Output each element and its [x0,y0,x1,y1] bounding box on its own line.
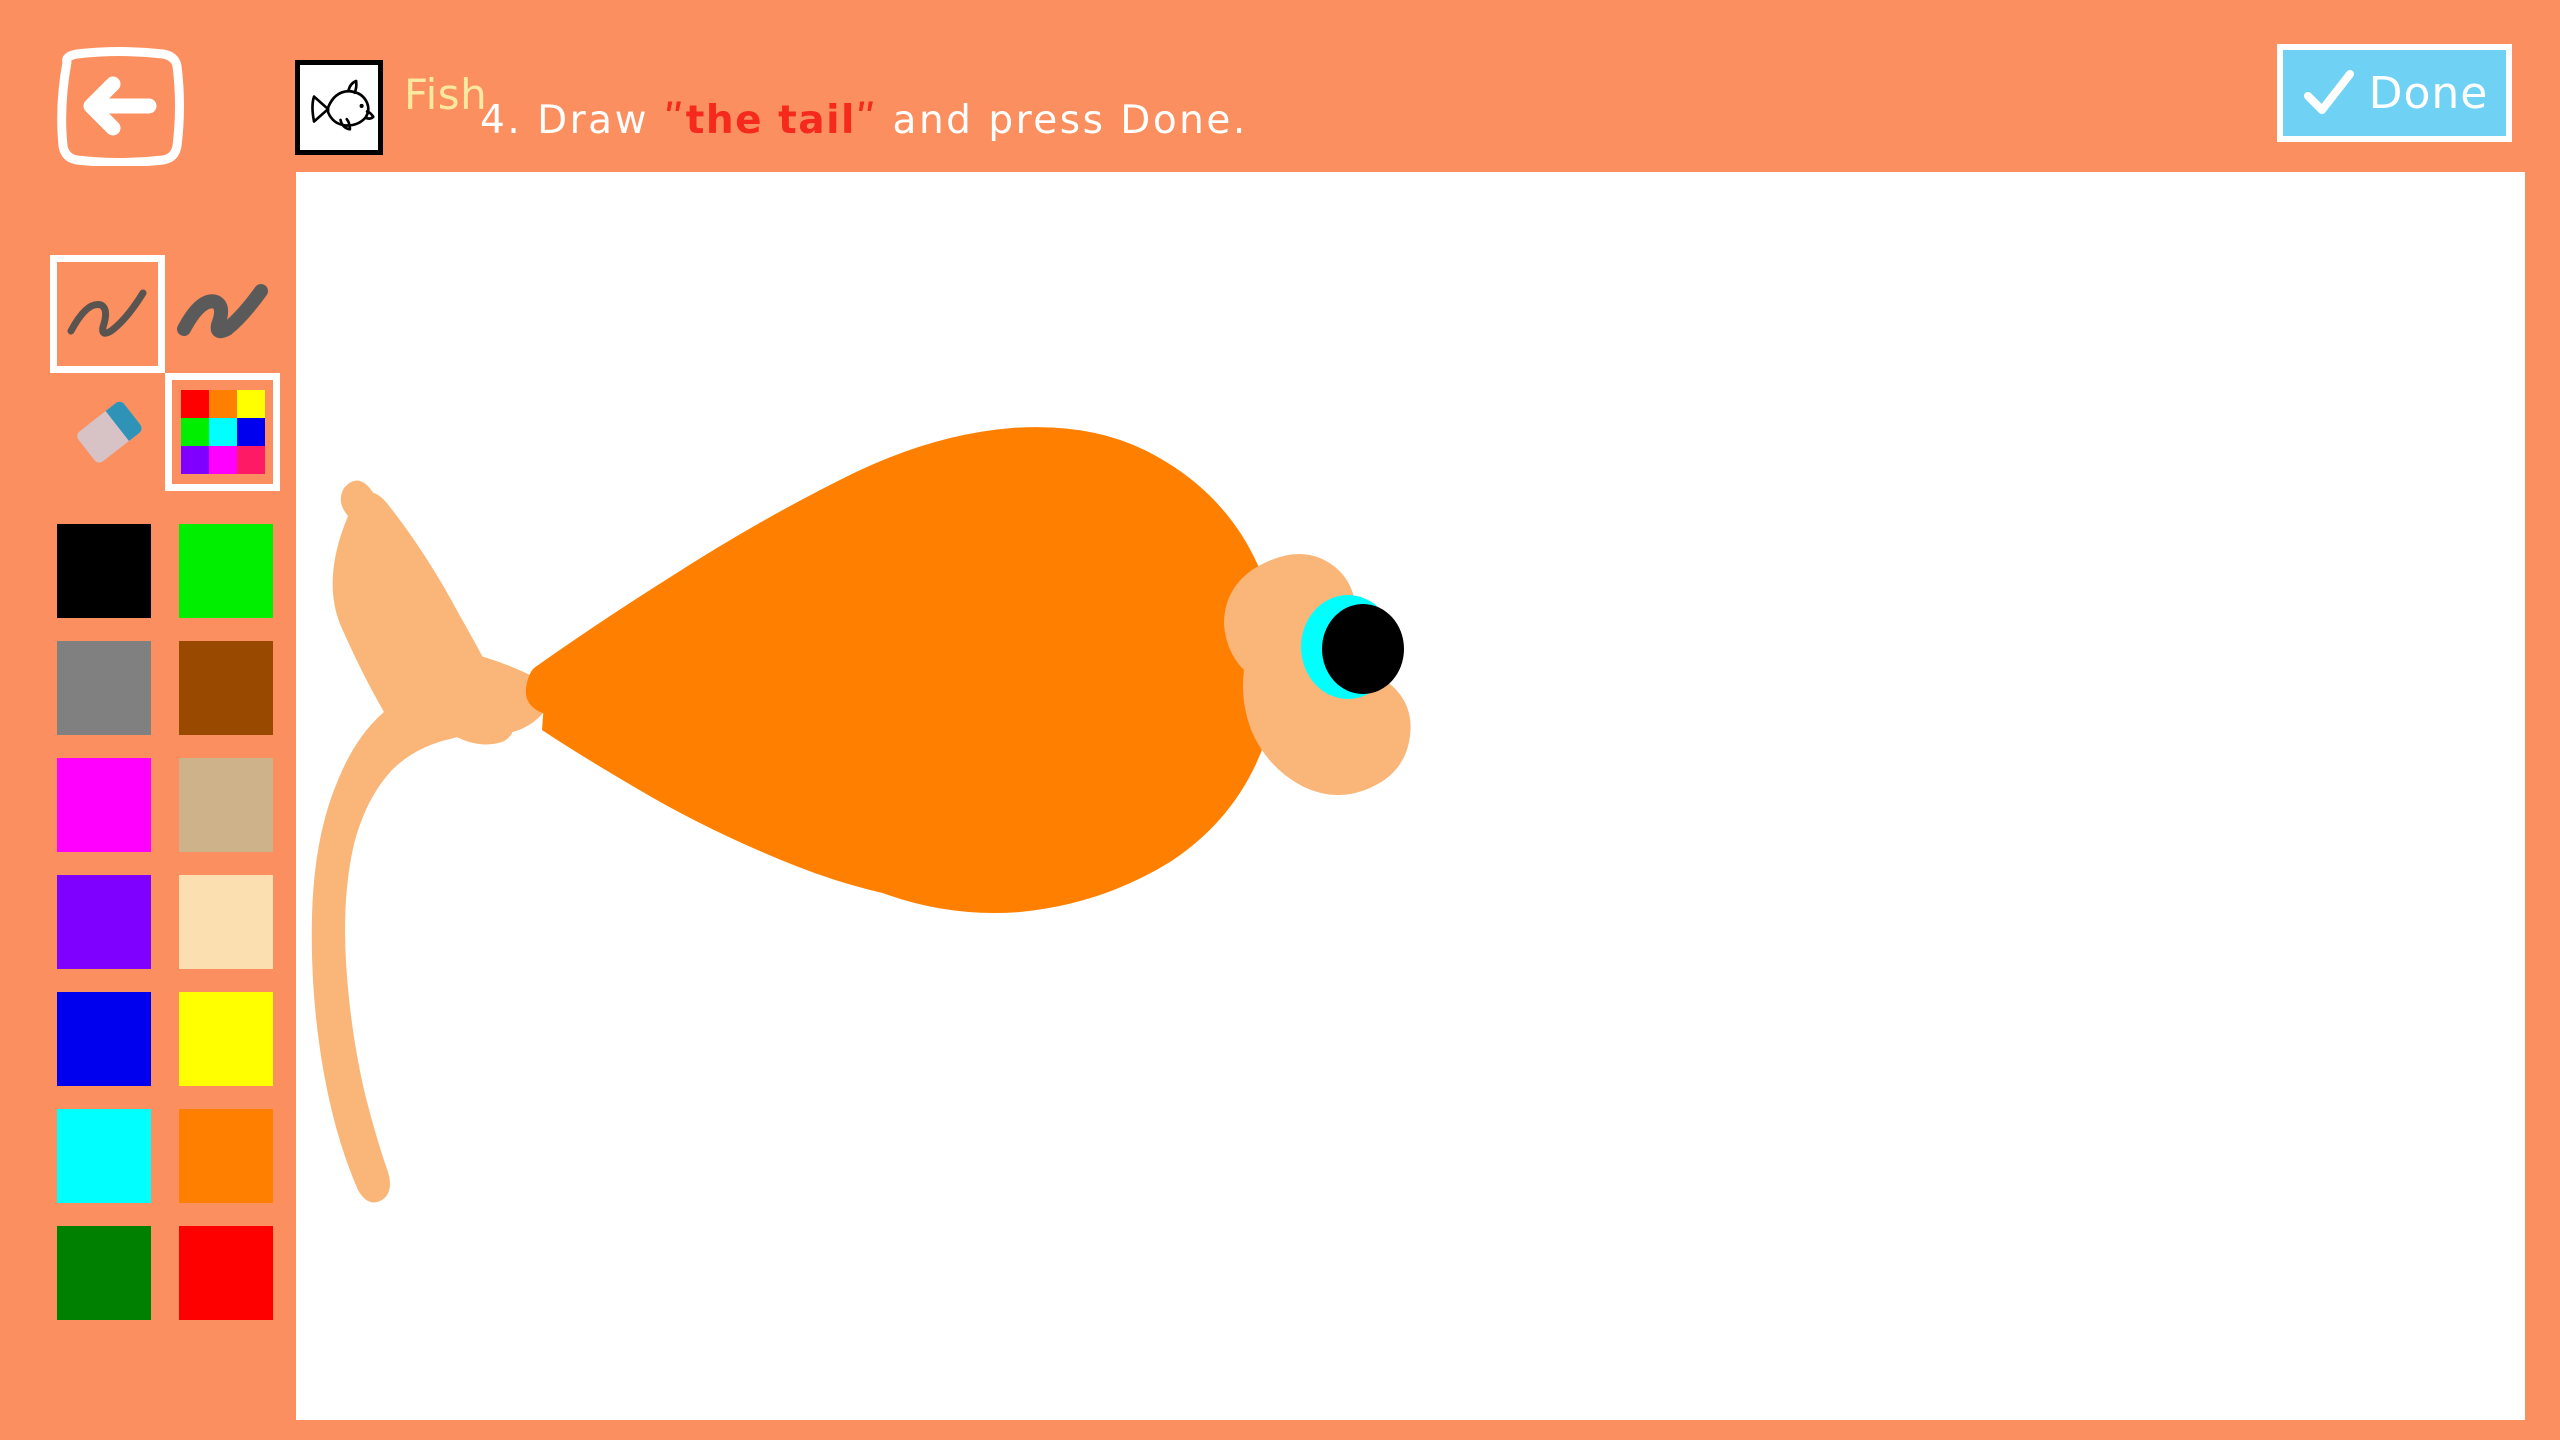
drawing-canvas[interactable] [296,172,2525,1420]
picker-cell-blue [236,418,265,446]
swatch-dark-green[interactable] [57,1225,151,1320]
thin-brush-icon [67,289,146,337]
back-arrow-icon [57,47,184,167]
picker-cell-magenta [208,446,237,474]
color-picker-grid [180,390,265,474]
swatch-tan[interactable] [179,757,273,852]
tool-thick-brush[interactable] [165,255,280,373]
swatch-green[interactable] [179,523,273,618]
fish-line-art-icon [311,79,375,131]
swatch-row [57,746,273,863]
swatch-black[interactable] [57,523,151,618]
done-button[interactable]: Done [2277,44,2512,142]
swatch-cyan[interactable] [57,1108,151,1203]
done-button-label: Done [2368,67,2489,119]
picker-cell-green [180,418,209,446]
thick-brush-icon [176,284,268,339]
swatch-gray[interactable] [57,640,151,735]
swatch-orange[interactable] [179,1108,273,1203]
fish-drawing [311,427,1411,1203]
swatch-brown[interactable] [179,640,273,735]
eraser-icon [76,401,142,463]
tool-thin-brush[interactable] [50,255,165,373]
swatch-magenta[interactable] [57,757,151,852]
tool-palette [50,255,280,491]
swatch-row [57,1214,273,1331]
tool-row-brushes [50,255,280,373]
color-swatch-palette [57,512,273,1331]
swatch-row [57,863,273,980]
swatch-row [57,629,273,746]
swatch-light-peach[interactable] [179,874,273,969]
tool-eraser[interactable] [50,373,165,491]
subject-title: Fish [404,70,488,119]
swatch-blue[interactable] [57,991,151,1086]
swatch-row [57,1097,273,1214]
swatch-red[interactable] [179,1225,273,1320]
swatch-row [57,980,273,1097]
checkmark-icon [2303,70,2354,114]
swatch-yellow[interactable] [179,991,273,1086]
picker-cell-red [180,390,209,418]
instruction-suffix: and press Done. [877,98,1248,143]
picker-cell-yellow [236,390,265,418]
picker-cell-cyan [208,418,237,446]
instruction-target: ʺthe tailʺ [663,98,878,143]
instruction-text: 4. Draw ʺthe tailʺ and press Done. [480,98,1248,143]
tool-color-picker[interactable] [165,373,280,491]
drawing-app-window: Fish 4. Draw ʺthe tailʺ and press Done. … [0,0,2560,1440]
swatch-purple[interactable] [57,874,151,969]
tool-row-eraser-picker [50,373,280,491]
instruction-prefix: 4. Draw [480,98,664,143]
picker-cell-orange [208,390,237,418]
picker-cell-pink [236,446,265,474]
back-button[interactable] [55,46,185,167]
picker-cell-purple [180,446,209,474]
fish-eye-pupil [1322,604,1404,694]
swatch-row [57,512,273,629]
reference-thumbnail [295,60,383,155]
